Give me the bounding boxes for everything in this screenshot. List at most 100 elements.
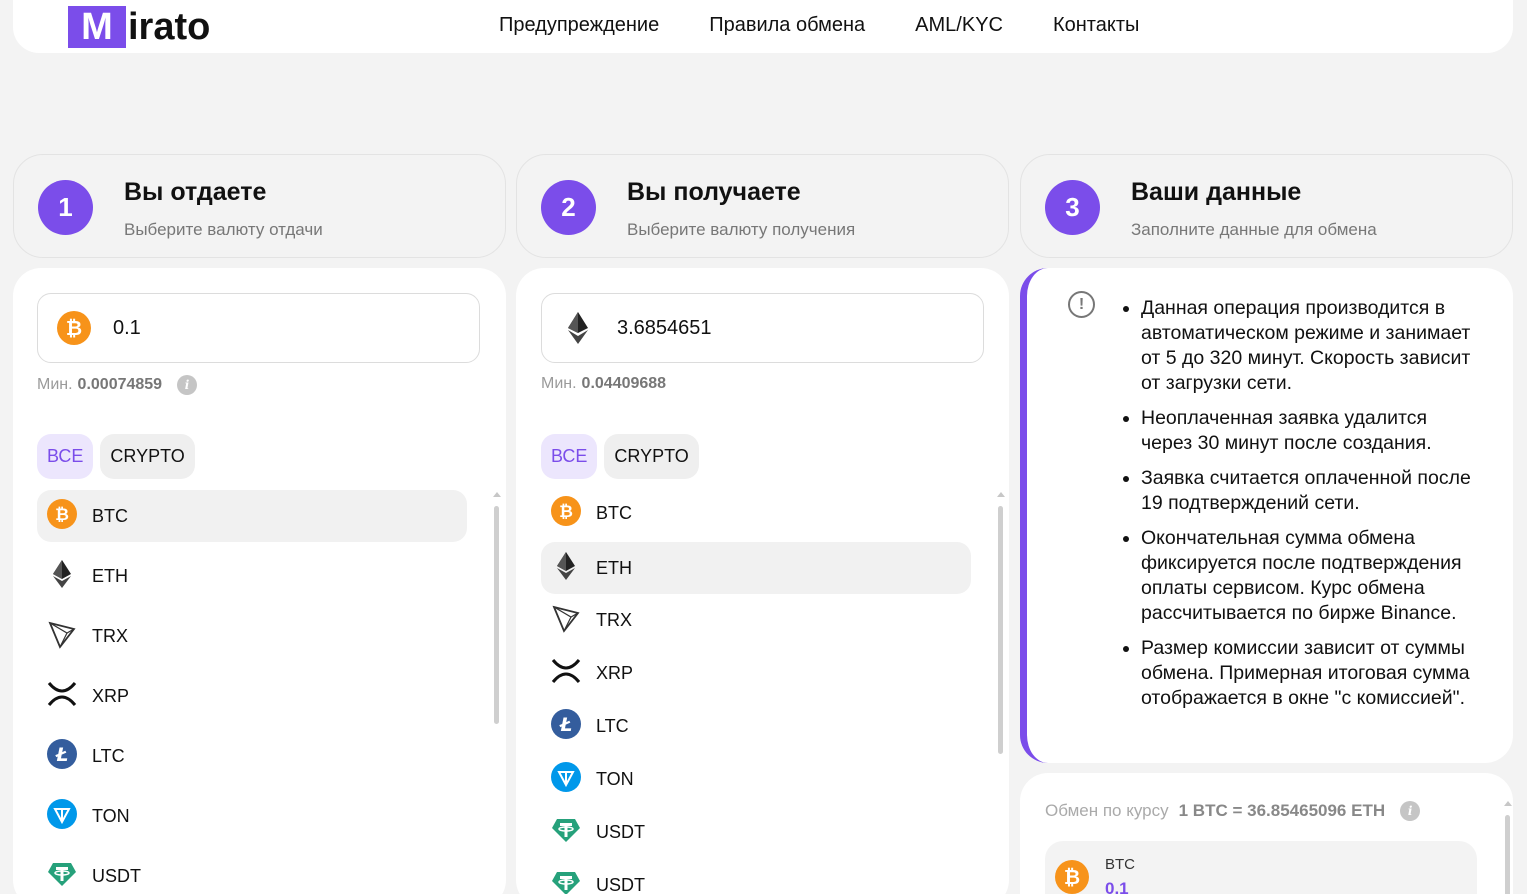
coin-label: BTC (92, 505, 128, 526)
notice-item: Окончательная сумма обмена фиксируется п… (1141, 526, 1481, 626)
rate-panel: Обмен по курсу 1 BTC = 36.85465096 ETH i… (1020, 773, 1513, 894)
nav-contacts[interactable]: Контакты (1053, 14, 1139, 37)
scroll-thumb[interactable] (998, 506, 1003, 754)
coin-label: ETH (92, 565, 128, 586)
notice-item: Заявка считается оплаченной после 19 под… (1141, 466, 1481, 516)
step-number: 1 (38, 180, 93, 235)
filter-all[interactable]: ВСЕ (37, 434, 94, 479)
coin-label: ETH (596, 557, 632, 578)
logo[interactable]: M irato (68, 6, 210, 48)
get-coin-list: ₿ BTC ETH TRX XRP Ł LTC TON USDT USDT (541, 490, 971, 894)
coin-label: BTC (596, 502, 632, 523)
svg-text:₿: ₿ (66, 316, 82, 340)
get-list-scrollbar[interactable] (997, 492, 1005, 762)
rate-scrollbar[interactable] (1504, 801, 1512, 894)
coin-item-trx[interactable]: TRX (37, 610, 467, 662)
svg-text:Ł: Ł (559, 714, 573, 736)
usdt-icon (47, 859, 77, 894)
ton-icon (47, 798, 77, 834)
coin-item-usdt[interactable]: USDT (541, 806, 971, 858)
coin-label: LTC (596, 715, 629, 736)
summary-amount: 0.1 (1105, 879, 1129, 894)
info-icon[interactable]: i (1400, 801, 1421, 821)
scroll-up-arrow[interactable] (493, 492, 501, 497)
coin-item-ton[interactable]: TON (541, 753, 971, 805)
coin-label: XRP (92, 685, 130, 706)
get-panel: 3.6854651 Мин. 0.04409688 ВСЕ CRYPTO ₿ B… (516, 268, 1009, 894)
min-label: Мин. (541, 375, 577, 392)
notice-item: Неоплаченная заявка удалится через 30 ми… (1141, 406, 1481, 456)
info-icon[interactable]: i (177, 375, 198, 395)
filter-crypto[interactable]: CRYPTO (100, 434, 195, 479)
get-filters: ВСЕ CRYPTO (541, 434, 699, 479)
coin-item-ltc[interactable]: Ł LTC (37, 730, 467, 782)
min-label: Мин. (37, 376, 73, 393)
give-amount-field[interactable]: ₿ 0.1 (37, 293, 480, 363)
ltc-icon: Ł (47, 738, 77, 774)
coin-label: LTC (92, 745, 125, 766)
coin-label: TON (92, 805, 130, 826)
nav-aml-kyc[interactable]: AML/KYC (915, 14, 1003, 37)
scroll-thumb[interactable] (494, 506, 499, 724)
step-give: 1 Вы отдаете Выберите валюту отдачи (13, 154, 506, 258)
scroll-thumb[interactable] (1505, 815, 1510, 894)
give-coin-list: ₿ BTC ETH TRX XRP Ł LTC TON USDT (37, 490, 467, 894)
trx-icon (551, 603, 581, 638)
coin-label: USDT (596, 821, 645, 842)
scroll-up-arrow[interactable] (1504, 801, 1512, 806)
coin-item-ltc[interactable]: Ł LTC (541, 700, 971, 752)
btc-icon: ₿ (47, 498, 77, 534)
get-amount-field[interactable]: 3.6854651 (541, 293, 984, 363)
step-title: Вы отдаете (124, 178, 267, 206)
filter-all[interactable]: ВСЕ (541, 434, 598, 479)
svg-text:₿: ₿ (55, 505, 69, 525)
usdt-icon (551, 868, 581, 894)
exclamation-icon: ! (1068, 291, 1095, 318)
coin-label: TON (596, 768, 634, 789)
rate-label: Обмен по курсу (1045, 801, 1169, 820)
logo-mark: M (68, 6, 126, 48)
step-get: 2 Вы получаете Выберите валюту получения (516, 154, 1009, 258)
give-amount-value[interactable]: 0.1 (113, 317, 141, 340)
nav-warning[interactable]: Предупреждение (499, 14, 659, 37)
notice-panel: ! Данная операция производится в автомат… (1020, 268, 1513, 763)
step-title: Вы получаете (627, 178, 801, 206)
give-list-scrollbar[interactable] (493, 492, 501, 732)
coin-item-btc[interactable]: ₿ BTC (37, 490, 467, 542)
exchange-rate: Обмен по курсу 1 BTC = 36.85465096 ETH i (1045, 801, 1421, 821)
give-panel: ₿ 0.1 Мин. 0.00074859 i ВСЕ CRYPTO ₿ BTC… (13, 268, 506, 894)
step-number: 3 (1045, 180, 1100, 235)
logo-text: irato (128, 6, 211, 48)
notice-list: Данная операция производится в автоматич… (1121, 296, 1481, 721)
coin-item-btc[interactable]: ₿ BTC (541, 490, 971, 536)
step-your-data: 3 Ваши данные Заполните данные для обмен… (1020, 154, 1513, 258)
filter-crypto[interactable]: CRYPTO (604, 434, 699, 479)
eth-icon (551, 551, 581, 586)
rate-value: 1 BTC = 36.85465096 ETH (1178, 801, 1386, 820)
ltc-icon: Ł (551, 708, 581, 744)
scroll-up-arrow[interactable] (997, 492, 1005, 497)
nav-exchange-rules[interactable]: Правила обмена (709, 14, 865, 37)
coin-item-ton[interactable]: TON (37, 790, 467, 842)
svg-text:₿: ₿ (559, 502, 573, 522)
step-subtitle: Выберите валюту получения (627, 220, 856, 239)
min-value: 0.00074859 (77, 376, 163, 393)
get-amount-value[interactable]: 3.6854651 (617, 317, 712, 340)
step-subtitle: Выберите валюту отдачи (124, 220, 323, 239)
give-min: Мин. 0.00074859 i (37, 375, 198, 395)
notice-item: Данная операция производится в автоматич… (1141, 296, 1481, 396)
coin-item-xrp[interactable]: XRP (541, 647, 971, 699)
svg-text:₿: ₿ (1064, 865, 1080, 889)
eth-icon (561, 311, 595, 350)
eth-icon (47, 559, 77, 594)
coin-item-usdt-2[interactable]: USDT (541, 859, 971, 894)
coin-item-usdt[interactable]: USDT (37, 850, 467, 894)
coin-item-trx[interactable]: TRX (541, 594, 971, 646)
xrp-icon (47, 679, 77, 714)
coin-item-xrp[interactable]: XRP (37, 670, 467, 722)
coin-item-eth[interactable]: ETH (37, 550, 467, 602)
step-number: 2 (541, 180, 596, 235)
coin-item-eth[interactable]: ETH (541, 542, 971, 594)
trx-icon (47, 619, 77, 654)
coin-label: XRP (596, 662, 634, 683)
